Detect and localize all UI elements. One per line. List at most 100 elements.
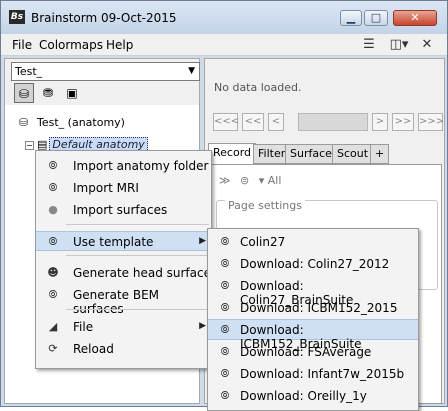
submenu-arrow-icon: ▶ bbox=[199, 321, 206, 331]
menu-item-label: Reload bbox=[73, 342, 114, 356]
template-item-label: Colin27 bbox=[240, 235, 286, 249]
nav-prev-button[interactable]: < bbox=[268, 113, 284, 131]
window-title: Brainstorm 09-Oct-2015 bbox=[31, 11, 177, 25]
menu-item-label: Use template bbox=[73, 235, 154, 249]
brainstorm-logo-icon: Bs bbox=[9, 10, 25, 24]
nav-next-button[interactable]: > bbox=[372, 113, 388, 131]
menu-separator bbox=[66, 309, 209, 310]
menu-item-label: Import anatomy folder bbox=[73, 159, 209, 173]
subject-label: Test_ (anatomy) bbox=[37, 116, 125, 129]
dot-icon: ● bbox=[48, 203, 58, 216]
menu-item-label: Generate head surface bbox=[73, 266, 211, 280]
brain-icon: ⦾ bbox=[220, 235, 230, 248]
maximize-button[interactable]: □ bbox=[364, 10, 388, 26]
layout-list-icon[interactable]: ☰ bbox=[361, 37, 377, 53]
menu-item-label: Import surfaces bbox=[73, 203, 168, 217]
template-item-infant7w-2015b[interactable]: ⦾ Download: Infant7w_2015b bbox=[208, 364, 418, 385]
menu-separator bbox=[66, 255, 209, 256]
view-functional-button[interactable]: ⛃ bbox=[38, 83, 58, 103]
brain-icon: ⦾ bbox=[48, 288, 58, 301]
time-slider[interactable] bbox=[298, 113, 368, 131]
time-navigation: <<< << < > >> >>> bbox=[213, 113, 444, 131]
close-all-icon[interactable]: ✕ bbox=[419, 37, 435, 53]
menu-item-label: File bbox=[73, 320, 94, 334]
menu-item-generate-bem-surfaces[interactable]: ⦾ Generate BEM surfaces bbox=[36, 285, 211, 316]
menu-item-import-surfaces[interactable]: ● Import surfaces bbox=[36, 200, 211, 220]
template-item-label: Download: ICBM152_2015 bbox=[240, 301, 398, 315]
template-item-colin27-brainsuite[interactable]: ⦾ Download: Colin27_BrainSuite bbox=[208, 276, 418, 307]
protocol-select[interactable]: Test_ ▼ bbox=[11, 62, 200, 81]
minimize-icon: ▁ bbox=[346, 11, 356, 24]
page-settings-label: Page settings bbox=[225, 199, 305, 212]
no-data-message: No data loaded. bbox=[214, 81, 302, 94]
context-menu: ⦾ Import anatomy folder ⦾ Import MRI ● Impo… bbox=[35, 150, 212, 369]
view-anatomy-button[interactable]: ⛁ bbox=[14, 83, 34, 103]
template-item-colin27[interactable]: ⦾ Colin27 bbox=[208, 232, 418, 253]
template-submenu: ⦾ Colin27 ⦾ Download: Colin27_2012 ⦾ Downlo… bbox=[207, 228, 419, 411]
maximize-icon: □ bbox=[370, 11, 382, 24]
tab-surface[interactable]: Surface bbox=[285, 144, 337, 164]
chevron-down-icon[interactable]: ▾ bbox=[259, 174, 265, 187]
template-item-label: Download: FSAverage bbox=[240, 345, 372, 359]
window-layout-icon[interactable]: ◫▾ bbox=[387, 37, 411, 53]
menu-item-import-mri[interactable]: ⦾ Import MRI bbox=[36, 178, 211, 198]
menu-item-reload[interactable]: ⟳ Reload bbox=[36, 339, 211, 359]
file-icon: ◢ bbox=[48, 320, 58, 333]
menu-separator bbox=[66, 224, 209, 225]
collapse-toggle[interactable]: − bbox=[25, 140, 34, 150]
nav-last-button[interactable]: >>> bbox=[418, 113, 444, 131]
nav-first-button[interactable]: <<< bbox=[213, 113, 239, 131]
brain-icon: ⦾ bbox=[48, 235, 58, 248]
template-item-label: Download: Infant7w_2015b bbox=[240, 367, 405, 381]
menu-item-generate-head-surface[interactable]: ☻ Generate head surface bbox=[36, 263, 211, 283]
montage-all-label[interactable]: All bbox=[268, 174, 282, 187]
template-item-label: Download: Colin27_2012 bbox=[240, 257, 390, 271]
reload-icon: ⟳ bbox=[48, 342, 58, 355]
title-bar[interactable]: Bs Brainstorm 09-Oct-2015 ▁ □ ✕ bbox=[1, 1, 447, 34]
menu-bar: File Colormaps Help ☰ ◫▾ ✕ bbox=[1, 34, 447, 56]
view-conditions-button[interactable]: ▣ bbox=[62, 83, 82, 103]
template-item-icbm152-brainsuite[interactable]: ⦾ Download: ICBM152_BrainSuite bbox=[208, 319, 418, 351]
functional-view-icon: ⛃ bbox=[42, 86, 54, 100]
template-item-fsaverage[interactable]: ⦾ Download: FSAverage bbox=[208, 342, 418, 363]
menu-item-use-template[interactable]: ⦾ Use template ▶ bbox=[36, 231, 211, 251]
nav-prev-page-button[interactable]: << bbox=[242, 113, 264, 131]
anatomy-view-icon: ⛁ bbox=[18, 87, 30, 101]
template-item-colin27-2012[interactable]: ⦾ Download: Colin27_2012 bbox=[208, 254, 418, 275]
template-item-label: Download: Oreilly_1y bbox=[240, 389, 367, 403]
record-toolbar: ≫ ⊜ ▾ All bbox=[219, 174, 281, 187]
minimize-button[interactable]: ▁ bbox=[340, 10, 362, 26]
brain-icon: ⦾ bbox=[48, 159, 58, 172]
brain-icon: ⦾ bbox=[220, 301, 230, 314]
explorer-toolbar: Test_ ▼ ⛁ ⛃ ▣ bbox=[5, 59, 200, 105]
expand-icon[interactable]: ≫ bbox=[219, 174, 231, 187]
tab-scout[interactable]: Scout bbox=[332, 144, 374, 164]
nav-next-page-button[interactable]: >> bbox=[392, 113, 414, 131]
close-button[interactable]: ✕ bbox=[393, 10, 437, 26]
conditions-view-icon: ▣ bbox=[66, 86, 78, 100]
menu-help[interactable]: Help bbox=[106, 38, 133, 52]
brain-icon: ⦾ bbox=[220, 323, 230, 336]
brain-icon: ⦾ bbox=[220, 345, 230, 358]
menu-file[interactable]: File bbox=[12, 38, 32, 52]
tree-node-subject[interactable]: ⛁ Test_ (anatomy) bbox=[19, 116, 125, 129]
brain-icon: ⦾ bbox=[220, 257, 230, 270]
menu-item-label: Import MRI bbox=[73, 181, 139, 195]
brain-icon: ⦾ bbox=[220, 279, 230, 292]
template-item-oreilly-1y[interactable]: ⦾ Download: Oreilly_1y bbox=[208, 386, 418, 407]
menu-colormaps[interactable]: Colormaps bbox=[39, 38, 103, 52]
subject-icon: ⛁ bbox=[19, 116, 29, 129]
head-icon: ☻ bbox=[47, 266, 59, 279]
menu-item-file[interactable]: ◢ File ▶ bbox=[36, 317, 211, 337]
tab-record[interactable]: Record bbox=[208, 143, 257, 164]
menu-item-label: Generate BEM surfaces bbox=[73, 288, 160, 316]
brain-icon: ⦾ bbox=[48, 181, 58, 194]
template-item-icbm152-2015[interactable]: ⦾ Download: ICBM152_2015 bbox=[208, 298, 418, 319]
menu-item-import-anatomy-folder[interactable]: ⦾ Import anatomy folder bbox=[36, 156, 211, 176]
submenu-arrow-icon: ▶ bbox=[199, 236, 206, 246]
settings-circle-icon[interactable]: ⊜ bbox=[240, 174, 249, 187]
brain-icon: ⦾ bbox=[220, 389, 230, 402]
tab-add[interactable]: + bbox=[370, 144, 390, 164]
brain-icon: ⦾ bbox=[220, 367, 230, 380]
protocol-select-value: Test_ bbox=[15, 65, 43, 78]
